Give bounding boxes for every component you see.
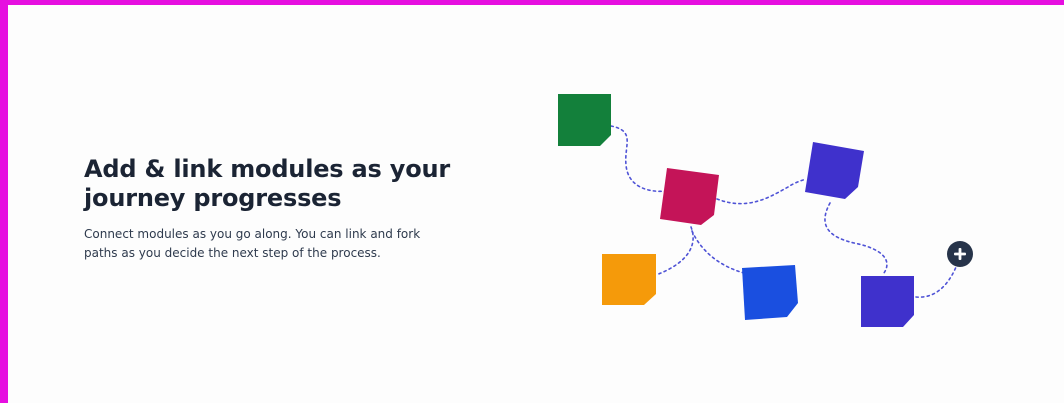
- module-purple-bottom-note: [861, 276, 914, 327]
- module-purple-bottom: [861, 276, 914, 327]
- journey-illustration: [558, 94, 973, 327]
- module-green: [558, 94, 611, 146]
- connector-purple-purple: [824, 202, 888, 274]
- add-module-button[interactable]: [947, 241, 973, 267]
- module-orange: [602, 254, 656, 305]
- module-blue-note: [742, 265, 798, 320]
- module-orange-note: [602, 254, 656, 305]
- connector-green-magenta: [610, 125, 669, 193]
- connector-purple-add: [915, 266, 957, 298]
- module-magenta-note: [660, 168, 719, 225]
- connector-magenta-blue: [691, 230, 745, 274]
- feature-section: Add & link modules as your journey progr…: [8, 5, 1064, 403]
- module-magenta: [660, 168, 719, 225]
- connector-magenta-orange: [655, 226, 694, 276]
- module-purple-top-note: [805, 142, 864, 199]
- module-purple-top: [805, 142, 864, 199]
- connector-magenta-purple: [716, 178, 807, 205]
- module-blue: [742, 265, 798, 320]
- module-green-note: [558, 94, 611, 146]
